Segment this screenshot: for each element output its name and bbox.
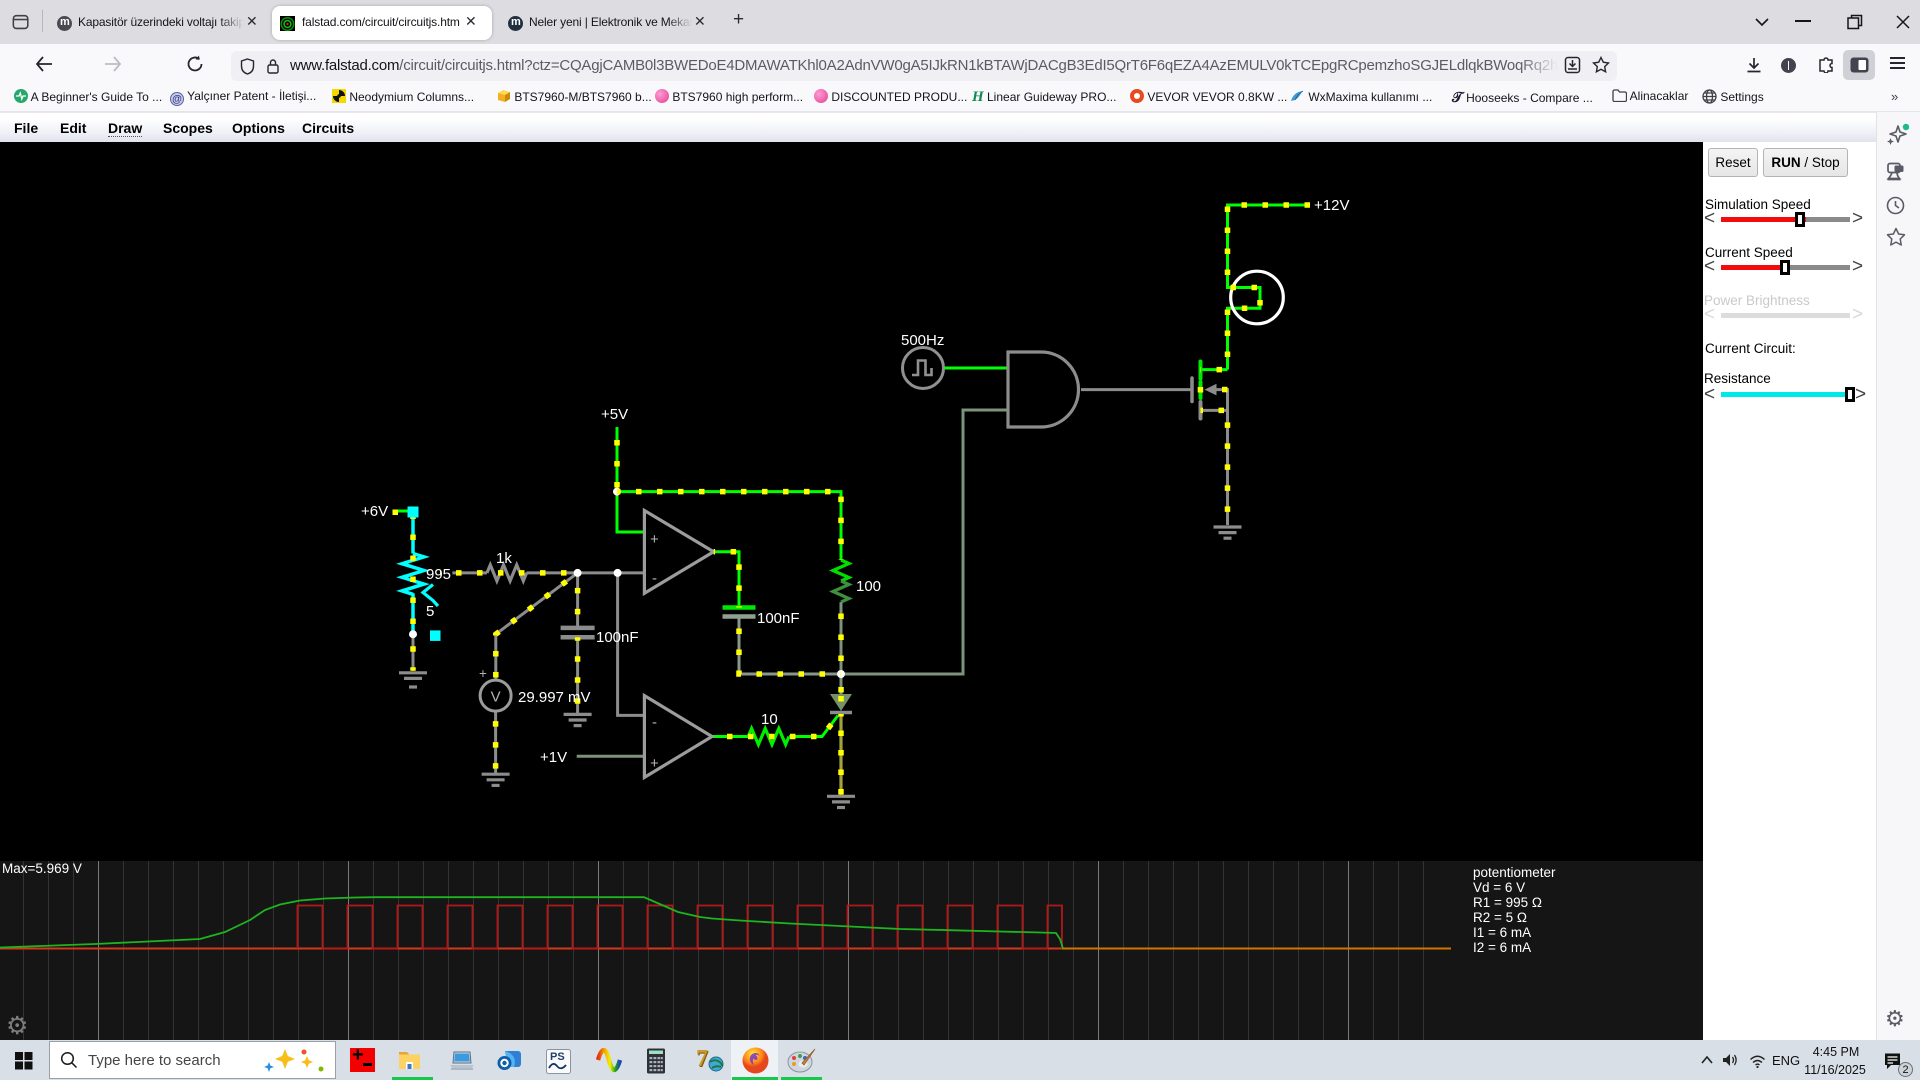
svg-text:R1 = 995 Ω: R1 = 995 Ω — [1473, 895, 1542, 910]
svg-text:Vd = 6 V: Vd = 6 V — [1473, 880, 1525, 895]
svg-text:Max=5.969 V: Max=5.969 V — [2, 861, 82, 876]
svg-text:⚙: ⚙ — [6, 1012, 28, 1040]
svg-text:-: - — [652, 570, 657, 587]
svg-text:I2 = 6 mA: I2 = 6 mA — [1473, 940, 1531, 955]
svg-text:10: 10 — [761, 711, 778, 728]
svg-text:PS: PS — [550, 1051, 565, 1063]
svg-text:100nF: 100nF — [757, 610, 800, 627]
svg-text:I1 = 6 mA: I1 = 6 mA — [1473, 925, 1531, 940]
svg-text:1k: 1k — [496, 550, 512, 567]
svg-text:100: 100 — [856, 578, 881, 595]
svg-text:-: - — [652, 714, 657, 731]
svg-text:+: + — [650, 755, 659, 772]
svg-text:+: + — [479, 666, 487, 681]
svg-text:+6V: +6V — [361, 503, 388, 520]
svg-text:29.997 mV: 29.997 mV — [518, 689, 591, 706]
svg-text:+12V: +12V — [1314, 197, 1349, 214]
svg-text:100nF: 100nF — [596, 629, 639, 646]
svg-text:+: + — [650, 531, 659, 548]
svg-text:500Hz: 500Hz — [901, 332, 944, 349]
svg-text:+1V: +1V — [540, 749, 567, 766]
svg-text:R2 = 5 Ω: R2 = 5 Ω — [1473, 910, 1527, 925]
svg-text:+5V: +5V — [601, 406, 628, 423]
svg-text:995: 995 — [426, 566, 451, 583]
svg-text:V: V — [491, 689, 501, 706]
svg-text:5: 5 — [426, 603, 434, 620]
svg-text:potentiometer: potentiometer — [1473, 865, 1556, 880]
